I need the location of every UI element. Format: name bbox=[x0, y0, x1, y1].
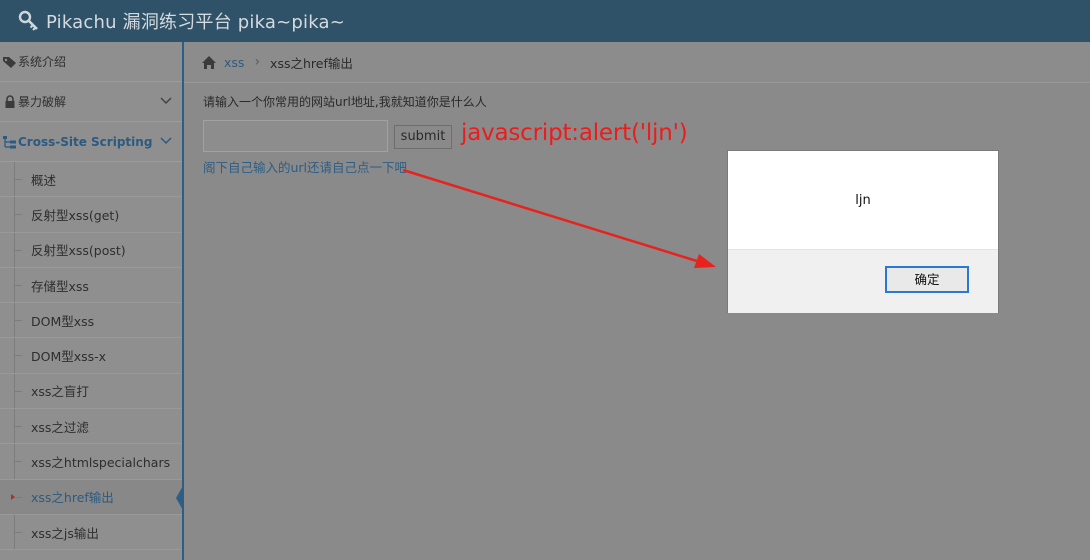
sidebar-subitem-label: DOM型xss-x bbox=[31, 349, 107, 365]
sidebar-subitem[interactable]: 存储型xss bbox=[0, 268, 182, 304]
payload-annotation: javascript:alert('ljn') bbox=[461, 120, 688, 146]
tree-connector bbox=[14, 390, 22, 392]
ok-button[interactable]: 确定 bbox=[885, 266, 969, 293]
breadcrumb-separator-icon: › bbox=[254, 54, 261, 70]
alert-message: ljn bbox=[855, 192, 871, 208]
wrench-key-icon bbox=[18, 10, 38, 31]
sidebar-subitem-label: xss之htmlspecialchars bbox=[31, 455, 171, 471]
tree-connector bbox=[14, 461, 22, 463]
breadcrumb-link-xss[interactable]: xss bbox=[224, 55, 244, 70]
top-bar: Pikachu 漏洞练习平台 pika~pika~ bbox=[0, 0, 1090, 42]
sidebar-subitem-label: DOM型xss bbox=[31, 313, 95, 329]
sidebar-subitem[interactable]: 反射型xss(post) bbox=[0, 233, 182, 268]
tree-connector bbox=[14, 426, 22, 428]
lock-icon bbox=[5, 94, 15, 108]
sidebar-item-label: 系统介绍 bbox=[18, 55, 67, 69]
url-input[interactable] bbox=[203, 120, 388, 152]
sidebar-subitem-label: xss之盲打 bbox=[31, 384, 89, 400]
alert-dialog: ljn 确定 bbox=[727, 150, 999, 313]
tree-connector bbox=[14, 214, 22, 216]
sidebar-subitem[interactable]: xss之过滤 bbox=[0, 409, 182, 445]
sidebar-subitem[interactable]: xss之js输出 bbox=[0, 515, 182, 551]
tree-connector bbox=[14, 496, 22, 498]
breadcrumb: xss › xss之href输出 bbox=[184, 42, 1090, 83]
chevron-down-icon bbox=[160, 97, 172, 105]
sidebar-subitem[interactable]: xss之href输出 bbox=[0, 479, 184, 515]
sidebar-subitem[interactable]: xss之盲打 bbox=[0, 374, 182, 410]
sidebar-item-intro[interactable]: 系统介绍 bbox=[0, 42, 182, 82]
sidebar-subitem-label: xss之过滤 bbox=[31, 419, 89, 435]
sidebar-subitem[interactable]: 反射型xss(get) bbox=[0, 197, 182, 233]
active-notch-icon bbox=[176, 483, 184, 512]
sidebar-subitem-label: 概述 bbox=[31, 172, 57, 188]
sidebar-subitem[interactable]: 概述 bbox=[0, 162, 182, 198]
tree-connector bbox=[14, 179, 22, 180]
app-title: Pikachu 漏洞练习平台 pika~pika~ bbox=[46, 12, 346, 33]
url-prompt-text: 请输入一个你常用的网站url地址,我就知道你是什么人 bbox=[203, 95, 487, 109]
sidebar-subitem[interactable]: DOM型xss-x bbox=[0, 338, 182, 374]
chevron-down-icon bbox=[160, 137, 172, 145]
sidebar-item-label: Cross-Site Scripting bbox=[18, 134, 153, 149]
tree-connector bbox=[14, 531, 22, 533]
tree-connector bbox=[14, 284, 22, 286]
sidebar-subitem-label: 反射型xss(post) bbox=[31, 243, 126, 259]
tag-icon bbox=[3, 56, 16, 68]
sidebar-subitem[interactable]: xss之htmlspecialchars bbox=[0, 444, 182, 480]
xss-submenu: 概述反射型xss(get) 反射型xss(post) 存储型xss DOM型xss DO… bbox=[0, 162, 184, 551]
sidebar: 系统介绍 暴力破解 Cross-Site Scripting 概述反射型xss(… bbox=[0, 42, 184, 560]
sidebar-subitem-label: 反射型xss(get) bbox=[31, 207, 120, 223]
tree-connector bbox=[14, 249, 22, 251]
sidebar-item-label: 暴力破解 bbox=[18, 95, 67, 109]
sidebar-item-xss[interactable]: Cross-Site Scripting bbox=[0, 122, 182, 162]
sidebar-subitem[interactable]: DOM型xss bbox=[0, 303, 182, 339]
tree-connector bbox=[14, 355, 22, 357]
sidebar-item-brute-force[interactable]: 暴力破解 bbox=[0, 82, 182, 122]
sidebar-subitem-label: xss之href输出 bbox=[31, 490, 114, 506]
result-link[interactable]: 阁下自己输入的url还请自己点一下吧 bbox=[203, 157, 407, 176]
tree-connector bbox=[14, 320, 22, 322]
sidebar-subitem-label: 存储型xss bbox=[31, 278, 89, 294]
breadcrumb-current: xss之href输出 bbox=[270, 55, 353, 71]
sidebar-subitem-label: xss之js输出 bbox=[31, 525, 99, 541]
home-icon[interactable] bbox=[201, 55, 217, 70]
submit-button[interactable]: submit bbox=[394, 125, 452, 149]
active-bullet-icon bbox=[11, 493, 15, 500]
sitemap-icon bbox=[3, 135, 16, 148]
alert-footer: 确定 bbox=[728, 249, 998, 313]
